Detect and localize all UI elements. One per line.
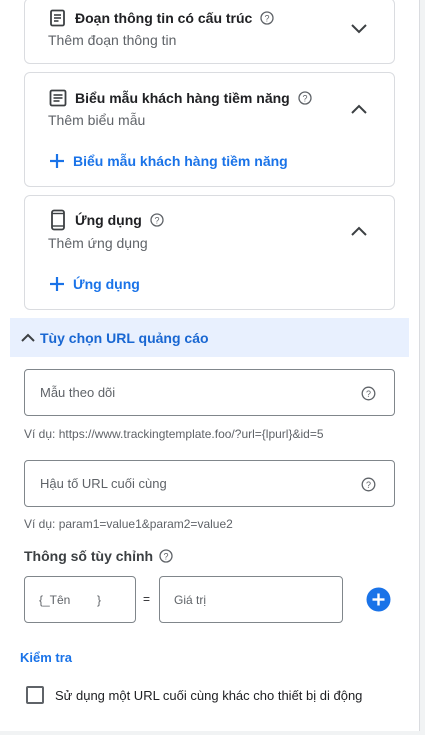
structured-snippet-subtitle: Thêm đoạn thông tin	[48, 32, 177, 48]
help-icon[interactable]: ?	[260, 11, 274, 25]
plus-icon	[50, 154, 64, 168]
final-url-suffix-field[interactable]: ?	[24, 460, 395, 507]
final-url-suffix-hint: Ví dụ: param1=value1&param2=value2	[24, 517, 233, 531]
tracking-template-field[interactable]: ?	[24, 369, 395, 416]
custom-params-title-row: Thông số tùy chỉnh ?	[24, 548, 173, 564]
svg-text:?: ?	[302, 93, 307, 103]
app-header: Ứng dụng ?	[49, 209, 164, 231]
plus-icon	[50, 277, 64, 291]
help-icon[interactable]: ?	[150, 213, 164, 227]
test-link[interactable]: Kiểm tra	[20, 650, 72, 665]
add-custom-param-button[interactable]	[366, 587, 391, 612]
custom-params-title: Thông số tùy chỉnh	[24, 548, 154, 564]
url-options-section-toggle[interactable]: Tùy chọn URL quảng cáo	[10, 318, 409, 357]
structured-snippet-card[interactable]: Đoạn thông tin có cấu trúc ? Thêm đoạn t…	[24, 0, 395, 64]
mobile-url-checkbox-row[interactable]: Sử dụng một URL cuối cùng khác cho thiết…	[26, 686, 362, 704]
url-options-section-label: Tùy chọn URL quảng cáo	[40, 329, 209, 346]
chevron-up-icon	[21, 333, 35, 342]
scrollbar-track[interactable]	[419, 0, 425, 735]
chevron-down-icon[interactable]	[350, 23, 368, 35]
lead-form-subtitle: Thêm biểu mẫu	[48, 112, 146, 128]
svg-text:?: ?	[154, 215, 159, 225]
chevron-up-icon[interactable]	[350, 225, 368, 237]
final-url-suffix-input[interactable]	[25, 461, 394, 506]
bottom-divider	[0, 731, 425, 735]
form-icon	[49, 89, 67, 107]
tracking-template-input[interactable]	[25, 370, 394, 415]
add-lead-form-button[interactable]: Biểu mẫu khách hàng tiềm năng	[49, 153, 288, 169]
svg-text:?: ?	[164, 551, 169, 561]
custom-param-name-field[interactable]	[24, 576, 136, 623]
add-app-button[interactable]: Ứng dụng	[49, 276, 140, 292]
equals-sign: =	[143, 592, 151, 606]
tracking-template-hint: Ví dụ: https://www.trackingtemplate.foo/…	[24, 427, 324, 441]
custom-param-value-field[interactable]	[159, 576, 343, 623]
structured-snippet-title: Đoạn thông tin có cấu trúc	[75, 10, 253, 26]
add-app-label: Ứng dụng	[73, 276, 140, 292]
page: Đoạn thông tin có cấu trúc ? Thêm đoạn t…	[0, 0, 425, 735]
structured-snippet-header: Đoạn thông tin có cấu trúc ?	[49, 9, 274, 27]
app-title: Ứng dụng	[75, 212, 142, 228]
add-lead-form-label: Biểu mẫu khách hàng tiềm năng	[73, 153, 288, 169]
svg-text:?: ?	[366, 389, 371, 399]
mobile-url-checkbox[interactable]	[26, 686, 44, 704]
help-icon[interactable]: ?	[361, 386, 376, 401]
svg-text:?: ?	[265, 13, 270, 23]
svg-text:?: ?	[366, 480, 371, 490]
chevron-up-icon[interactable]	[350, 103, 368, 115]
help-icon[interactable]: ?	[298, 91, 312, 105]
help-icon[interactable]: ?	[361, 477, 376, 492]
mobile-url-checkbox-label: Sử dụng một URL cuối cùng khác cho thiết…	[55, 687, 363, 703]
custom-param-name-input[interactable]	[25, 577, 135, 622]
lead-form-header: Biểu mẫu khách hàng tiềm năng ?	[49, 89, 312, 107]
phone-icon	[51, 209, 65, 231]
lead-form-title: Biểu mẫu khách hàng tiềm năng	[75, 90, 290, 106]
help-icon[interactable]: ?	[159, 549, 173, 563]
custom-param-value-input[interactable]	[160, 577, 342, 622]
app-card[interactable]: Ứng dụng ? Thêm ứng dụng Ứng dụng	[24, 195, 395, 310]
document-icon	[50, 9, 65, 27]
lead-form-card[interactable]: Biểu mẫu khách hàng tiềm năng ? Thêm biể…	[24, 72, 395, 187]
app-subtitle: Thêm ứng dụng	[48, 235, 148, 251]
